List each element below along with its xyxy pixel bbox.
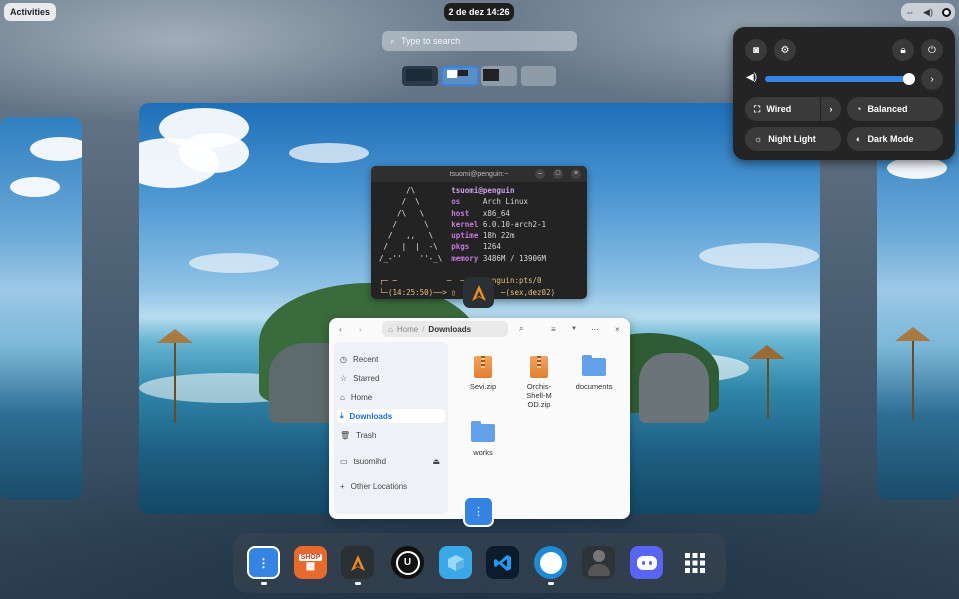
dark-mode-icon: ◐ xyxy=(856,134,862,144)
folder-item[interactable]: works xyxy=(463,421,503,457)
folder-icon xyxy=(582,355,606,376)
home-icon: ⌂ xyxy=(340,392,345,402)
sidebar-item-other-locations[interactable]: + Other Locations xyxy=(340,479,407,493)
clock[interactable]: 2 de dez 14:26 xyxy=(444,3,514,21)
screenshot-button[interactable]: ◙ xyxy=(745,39,767,61)
plus-icon: + xyxy=(340,481,345,491)
workspace-thumb-2[interactable] xyxy=(441,66,479,86)
volume-icon: ◀) xyxy=(746,72,758,83)
clock-icon: ◷ xyxy=(340,354,347,364)
back-button[interactable]: ‹ xyxy=(339,325,342,334)
workspace-thumb-4[interactable] xyxy=(521,66,556,86)
terminal-app-badge xyxy=(463,277,494,308)
folder-icon xyxy=(471,421,495,442)
dark-mode-toggle[interactable]: ◐ Dark Mode xyxy=(847,127,943,151)
gauge-icon: ◔ xyxy=(856,104,862,114)
home-icon: ⌂ xyxy=(388,324,393,334)
gear-icon: ⚙ xyxy=(780,44,790,56)
terminal-title: tsuomi@penguin:~ xyxy=(449,170,509,178)
quick-settings-panel: ◙ ⚙ 🔒︎ ⏻ ◀) › ⛶ Wired › ◔ Balanced ☼ Nig… xyxy=(733,27,955,160)
search-placeholder: Type to search xyxy=(401,36,461,46)
maximize-button[interactable]: □ xyxy=(553,169,563,179)
power-button[interactable]: ⏻ xyxy=(921,39,943,61)
chevron-right-icon[interactable]: › xyxy=(820,97,841,121)
wired-toggle[interactable]: ⛶ Wired › xyxy=(745,97,841,121)
night-light-toggle[interactable]: ☼ Night Light xyxy=(745,127,841,151)
files-header: ‹ › ⌂ Home / Downloads ⌕ ≡ ▼ ⋯ × xyxy=(329,318,630,340)
zip-icon xyxy=(474,356,492,378)
lock-button[interactable]: 🔒︎ xyxy=(892,39,914,61)
search-icon[interactable]: ⌕ xyxy=(519,324,523,334)
app-grid-icon[interactable] xyxy=(678,546,711,579)
path-home[interactable]: Home xyxy=(397,325,418,334)
workspace-left[interactable] xyxy=(0,117,82,500)
search-input[interactable]: ⌕ Type to search xyxy=(382,31,577,51)
minimize-button[interactable]: – xyxy=(535,169,545,179)
running-indicator xyxy=(548,582,554,585)
download-icon: ⤓ xyxy=(340,411,344,420)
volume-icon: ◀) xyxy=(923,6,933,17)
files-sidebar: ◷ Recent ☆ Starred ⌂ Home ⤓ Downloads 🗑 Trash… xyxy=(334,342,448,514)
star-icon: ☆ xyxy=(340,373,348,383)
vscode-icon[interactable] xyxy=(486,546,519,579)
sidebar-item-starred[interactable]: ☆ Starred xyxy=(340,371,379,385)
power-mode-toggle[interactable]: ◔ Balanced xyxy=(847,97,943,121)
path-current[interactable]: Downloads xyxy=(428,325,471,334)
arch-icon xyxy=(471,284,486,301)
volume-knob[interactable] xyxy=(902,73,915,85)
volume-fill xyxy=(765,76,909,82)
running-indicator xyxy=(261,582,267,585)
eject-icon[interactable]: ⏏ xyxy=(432,457,440,466)
files-icon: ⋮ xyxy=(473,506,484,518)
list-view-icon[interactable]: ≡ xyxy=(551,325,556,334)
files-app-badge: ⋮ xyxy=(463,496,494,527)
chevron-right-icon: › xyxy=(930,73,934,85)
dock: ⋮ SHOP ▦ U xyxy=(233,533,726,593)
files-window[interactable]: ‹ › ⌂ Home / Downloads ⌕ ≡ ▼ ⋯ × ◷ Recent… xyxy=(329,318,630,519)
system-tray[interactable]: ⇔ ◀) xyxy=(901,3,955,21)
file-item[interactable]: Sevi.zip xyxy=(463,356,503,391)
network-icon: ⇔ xyxy=(905,7,915,17)
sun-icon: ☼ xyxy=(754,134,763,144)
shop-icon[interactable]: SHOP ▦ xyxy=(294,546,327,579)
arch-icon[interactable] xyxy=(341,546,374,579)
box-icon[interactable] xyxy=(439,546,472,579)
sidebar-item-downloads[interactable]: ⤓ Downloads xyxy=(337,409,445,423)
camera-icon: ◙ xyxy=(752,44,760,56)
sidebar-item-recent[interactable]: ◷ Recent xyxy=(340,352,378,366)
close-icon[interactable]: × xyxy=(615,325,620,334)
file-item[interactable]: Orchis-Shell-MOD.zip xyxy=(519,356,559,409)
menu-icon[interactable]: ⋯ xyxy=(591,325,599,334)
power-icon: ⏻ xyxy=(928,44,936,56)
terminal-titlebar[interactable]: tsuomi@penguin:~ – □ × xyxy=(371,166,587,182)
workspace-thumb-1[interactable] xyxy=(402,66,438,86)
forward-button[interactable]: › xyxy=(359,325,362,334)
activities-button[interactable]: Activities xyxy=(4,3,56,21)
workspace-thumb-3[interactable] xyxy=(481,66,517,86)
power-icon xyxy=(941,7,951,17)
folder-item[interactable]: documents xyxy=(574,355,614,391)
discord-icon[interactable] xyxy=(630,546,663,579)
close-button[interactable]: × xyxy=(571,169,581,179)
workspace-right[interactable] xyxy=(877,117,959,500)
settings-button[interactable]: ⚙ xyxy=(774,39,796,61)
lock-person-icon[interactable] xyxy=(582,546,615,579)
search-icon: ⌕ xyxy=(390,35,396,46)
path-bar[interactable]: ⌂ Home / Downloads xyxy=(382,321,508,337)
network-wired-icon: ⛶ xyxy=(754,103,761,114)
sidebar-item-home[interactable]: ⌂ Home xyxy=(340,390,372,404)
unreal-icon[interactable]: U xyxy=(391,546,424,579)
sidebar-item-trash[interactable]: 🗑 Trash xyxy=(340,428,376,442)
sidebar-item-tsuomihd[interactable]: ▭ tsuomihd ⏏ xyxy=(340,454,440,468)
audio-output-button[interactable]: › xyxy=(921,68,943,90)
lock-icon: 🔒︎ xyxy=(900,44,906,56)
zip-icon xyxy=(530,356,548,378)
running-indicator xyxy=(355,582,361,585)
chevron-down-icon[interactable]: ▼ xyxy=(571,326,577,332)
files-icon[interactable]: ⋮ xyxy=(247,546,280,579)
trash-icon: 🗑 xyxy=(340,430,351,440)
bitwarden-icon[interactable] xyxy=(534,546,567,579)
volume-slider[interactable] xyxy=(765,73,915,85)
drive-icon: ▭ xyxy=(340,456,348,466)
